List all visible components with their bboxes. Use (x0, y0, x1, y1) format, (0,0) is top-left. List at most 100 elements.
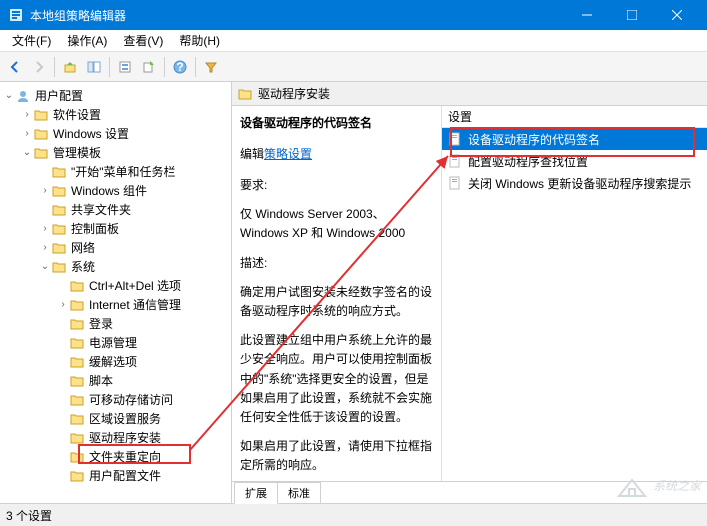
folder-icon (70, 336, 86, 350)
tree-locale-services[interactable]: 区域设置服务 (2, 409, 229, 428)
folder-icon (238, 87, 254, 101)
collapse-icon[interactable]: ⌄ (2, 90, 16, 101)
tab-extended[interactable]: 扩展 (234, 482, 278, 504)
policy-icon (448, 154, 464, 168)
tool-export-icon[interactable] (138, 56, 160, 78)
tool-properties-icon[interactable] (114, 56, 136, 78)
folder-icon (70, 469, 86, 483)
collapse-icon[interactable]: ⌄ (20, 147, 34, 158)
folder-icon (70, 317, 86, 331)
collapse-icon[interactable]: ⌄ (38, 261, 52, 272)
tool-filter-icon[interactable] (200, 56, 222, 78)
folder-icon (52, 241, 68, 255)
menu-action[interactable]: 操作(A) (59, 30, 115, 51)
policy-icon (448, 176, 464, 190)
minimize-button[interactable] (564, 0, 609, 30)
description-text: 确定用户试图安装未经数字签名的设备驱动程序时系统的响应方式。 (240, 283, 433, 321)
policy-title: 设备驱动程序的代码签名 (240, 114, 433, 131)
policy-icon (448, 132, 464, 146)
folder-icon (34, 127, 50, 141)
expand-icon[interactable]: › (38, 185, 52, 196)
folder-icon (52, 165, 68, 179)
list-item-code-signing[interactable]: 设备驱动程序的代码签名 (442, 128, 707, 150)
menu-file[interactable]: 文件(F) (4, 30, 59, 51)
folder-icon (70, 279, 86, 293)
tree-software-settings[interactable]: › 软件设置 (2, 105, 229, 124)
tree-scripts[interactable]: 脚本 (2, 371, 229, 390)
window-title: 本地组策略编辑器 (30, 7, 564, 24)
tree-control-panel[interactable]: ›控制面板 (2, 219, 229, 238)
list-header[interactable]: 设置 (442, 106, 707, 128)
app-icon (8, 7, 24, 23)
folder-icon (70, 431, 86, 445)
status-bar: 3 个设置 (0, 503, 707, 526)
tree-start-menu[interactable]: "开始"菜单和任务栏 (2, 162, 229, 181)
description-label: 描述: (240, 254, 433, 273)
description-text: 如果启用了此设置，请使用下拉框指定所需的响应。 (240, 437, 433, 475)
tree-windows-components[interactable]: ›Windows 组件 (2, 181, 229, 200)
description-text: 此设置建立组中用户系统上允许的最少安全响应。用户可以使用控制面板中的"系统"选择… (240, 331, 433, 427)
svg-text:?: ? (176, 60, 183, 74)
folder-icon (52, 184, 68, 198)
expand-icon[interactable]: › (20, 109, 34, 120)
folder-icon (70, 393, 86, 407)
toolbar-sep (164, 57, 165, 77)
expand-icon[interactable]: › (38, 223, 52, 234)
list-item-wu-driver-prompt[interactable]: 关闭 Windows 更新设备驱动程序搜索提示 (442, 172, 707, 194)
expand-icon[interactable]: › (20, 128, 34, 139)
folder-icon (52, 203, 68, 217)
tab-standard[interactable]: 标准 (277, 482, 321, 503)
toolbar: ? (0, 52, 707, 82)
folder-icon (52, 222, 68, 236)
tree-logon[interactable]: 登录 (2, 314, 229, 333)
tree-folder-redirect[interactable]: 文件夹重定向 (2, 447, 229, 466)
tree-internet-comm[interactable]: ›Internet 通信管理 (2, 295, 229, 314)
menu-help[interactable]: 帮助(H) (171, 30, 228, 51)
tree-removable-storage[interactable]: 可移动存储访问 (2, 390, 229, 409)
back-button[interactable] (4, 56, 26, 78)
details-panel: 驱动程序安装 设备驱动程序的代码签名 编辑策略设置 要求: 仅 Windows … (232, 82, 707, 503)
tree-user-config[interactable]: ⌄ 用户配置 (2, 86, 229, 105)
tree-user-profiles[interactable]: 用户配置文件 (2, 466, 229, 485)
expand-icon[interactable]: › (38, 242, 52, 253)
requirements-text: 仅 Windows Server 2003、Windows XP 和 Windo… (240, 205, 433, 243)
folder-icon (34, 146, 50, 160)
tree-system[interactable]: ⌄系统 (2, 257, 229, 276)
folder-icon (70, 450, 86, 464)
toolbar-sep (195, 57, 196, 77)
folder-icon (70, 412, 86, 426)
breadcrumb-label: 驱动程序安装 (258, 85, 330, 102)
tool-help-icon[interactable]: ? (169, 56, 191, 78)
close-button[interactable] (654, 0, 699, 30)
tree-shared-folders[interactable]: 共享文件夹 (2, 200, 229, 219)
tree-ctrl-alt-del[interactable]: Ctrl+Alt+Del 选项 (2, 276, 229, 295)
tree-panel[interactable]: ⌄ 用户配置 › 软件设置 › Windows 设置 ⌄ 管理模板 "开始"菜单… (0, 82, 232, 503)
folder-icon (52, 260, 68, 274)
folder-icon (34, 108, 50, 122)
requirements-label: 要求: (240, 176, 433, 195)
detail-description: 设备驱动程序的代码签名 编辑策略设置 要求: 仅 Windows Server … (232, 106, 442, 481)
folder-icon (70, 374, 86, 388)
toolbar-sep (54, 57, 55, 77)
tool-show-hide-icon[interactable] (83, 56, 105, 78)
maximize-button[interactable] (609, 0, 654, 30)
folder-icon (70, 298, 86, 312)
tree-power-mgmt[interactable]: 电源管理 (2, 333, 229, 352)
edit-policy-link[interactable]: 策略设置 (264, 147, 312, 161)
tree-network[interactable]: ›网络 (2, 238, 229, 257)
folder-icon (70, 355, 86, 369)
expand-icon[interactable]: › (56, 299, 70, 310)
titlebar: 本地组策略编辑器 (0, 0, 707, 30)
tree-windows-settings[interactable]: › Windows 设置 (2, 124, 229, 143)
tool-up-icon[interactable] (59, 56, 81, 78)
forward-button[interactable] (28, 56, 50, 78)
menu-view[interactable]: 查看(V) (115, 30, 171, 51)
list-item-driver-location[interactable]: 配置驱动程序查找位置 (442, 150, 707, 172)
view-tabs: 扩展 标准 (232, 481, 707, 503)
tree-admin-templates[interactable]: ⌄ 管理模板 (2, 143, 229, 162)
edit-prefix: 编辑 (240, 147, 264, 161)
tree-driver-install[interactable]: 驱动程序安装 (2, 428, 229, 447)
tree-mitigation[interactable]: 缓解选项 (2, 352, 229, 371)
settings-list[interactable]: 设置 设备驱动程序的代码签名 配置驱动程序查找位置 关闭 Windows 更新设… (442, 106, 707, 481)
breadcrumb: 驱动程序安装 (232, 82, 707, 106)
